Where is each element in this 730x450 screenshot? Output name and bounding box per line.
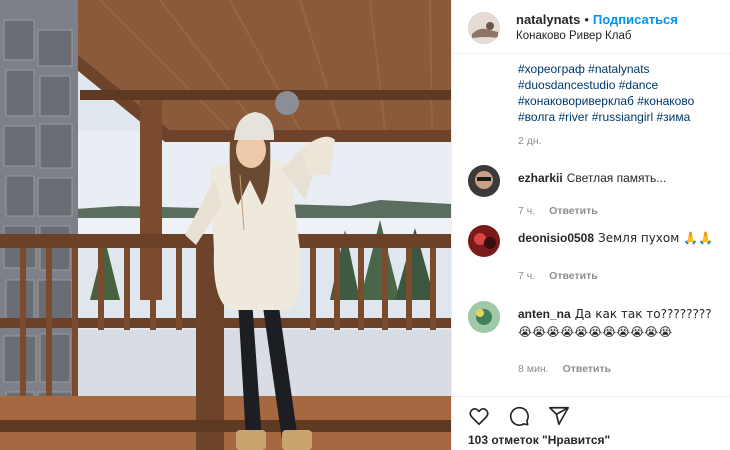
likes-count[interactable]: 103 отметок "Нравится" [468,433,610,447]
comment-text: anten_na Да как так то???????? 😭😭😭😭😭😭😭😭😭😭… [518,305,728,341]
comment-meta: 7 ч. Ответить [518,205,598,217]
post-side-panel: natalynats • Подписаться Конаково Ривер Кл… [451,0,730,450]
comment-text: ezharkii Светлая память... [518,169,728,187]
author-avatar[interactable] [468,12,500,44]
comment-avatar-image [468,301,500,333]
comment-avatar[interactable] [468,165,500,197]
comment-avatar-image [468,225,500,257]
comment-avatar[interactable] [468,225,500,257]
caption-line[interactable]: #конаковориверклаб #конаково [518,93,728,109]
comment-avatar[interactable] [468,301,500,333]
comment-icon[interactable] [508,405,530,427]
follow-button[interactable]: Подписаться [593,12,678,27]
comment-body: Земля пухом 🙏🙏 [598,231,714,245]
caption-line[interactable]: #хореограф #natalynats [518,61,728,77]
comment-username[interactable]: deonisio0508 [518,231,594,245]
reply-button[interactable]: Ответить [549,205,598,217]
post-header: natalynats • Подписаться Конаково Ривер Кл… [452,0,730,54]
caption-time[interactable]: 2 дн. [518,135,542,147]
photo-illustration [0,0,451,450]
heart-icon[interactable] [468,405,490,427]
comment-meta: 8 мин. Ответить [518,363,611,375]
post-caption: #хореограф #natalynats #duosdancestudio … [518,55,728,125]
comment-username[interactable]: ezharkii [518,171,563,185]
comment-time[interactable]: 7 ч. [518,270,535,282]
comment-username[interactable]: anten_na [518,307,571,321]
comment-time[interactable]: 8 мин. [518,363,549,375]
post-actions: 103 отметок "Нравится" [452,396,730,450]
caption-line[interactable]: #волга #river #russiangirl #зима [518,109,728,125]
reply-button[interactable]: Ответить [563,363,612,375]
author-line: natalynats • Подписаться [516,12,678,27]
post-photo[interactable] [0,0,451,450]
author-username[interactable]: natalynats [516,12,580,27]
comment-avatar-image [468,165,500,197]
comment-meta: 7 ч. Ответить [518,270,598,282]
post-location[interactable]: Конаково Ривер Клаб [516,30,631,42]
comments-list[interactable]: #хореограф #natalynats #duosdancestudio … [452,55,730,395]
header-separator: • [584,12,589,27]
comment-body: Светлая память... [566,171,667,185]
share-icon[interactable] [548,405,570,427]
author-avatar-image [468,12,500,44]
reply-button[interactable]: Ответить [549,270,598,282]
comment-text: deonisio0508 Земля пухом 🙏🙏 [518,229,728,247]
caption-line[interactable]: #duosdancestudio #dance [518,77,728,93]
comment-time[interactable]: 7 ч. [518,205,535,217]
